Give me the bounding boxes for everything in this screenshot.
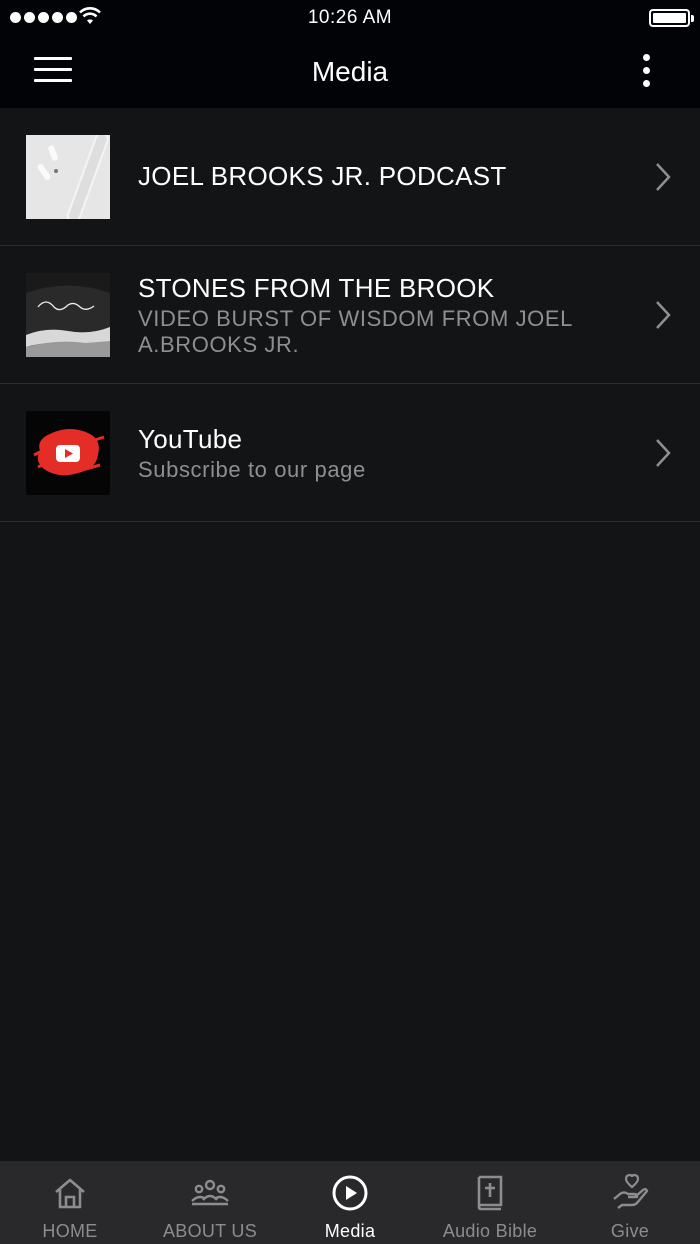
youtube-logo-icon [26, 411, 110, 495]
status-bar: 10:26 AM [0, 0, 700, 36]
list-item-title: STONES FROM THE BROOK [138, 273, 495, 303]
home-icon [55, 1178, 85, 1209]
page-title: Media [311, 56, 389, 87]
stones-thumbnail [26, 273, 110, 357]
list-item-youtube[interactable]: YouTube Subscribe to our page [0, 384, 700, 522]
more-options-icon[interactable] [636, 54, 656, 90]
play-circle-icon [332, 1175, 368, 1211]
people-group-icon [191, 1179, 229, 1206]
podcast-thumbnail [26, 135, 110, 219]
tab-label: HOME [42, 1221, 98, 1241]
tab-about-us[interactable]: ABOUT US [140, 1161, 280, 1244]
battery-icon [649, 9, 694, 27]
list-item-title: JOEL BROOKS JR. PODCAST [138, 161, 507, 191]
chevron-right-icon [656, 163, 671, 191]
bible-icon [477, 1175, 503, 1211]
bottom-tab-bar: HOME ABOUT US Media Audio Bible Give [0, 1161, 700, 1244]
tab-home[interactable]: HOME [0, 1161, 140, 1244]
tab-label: Media [324, 1221, 376, 1241]
list-item-stones-from-the-brook[interactable]: STONES FROM THE BROOK VIDEO BURST OF WIS… [0, 246, 700, 384]
list-item-subtitle: Subscribe to our page [138, 457, 366, 482]
list-item-podcast[interactable]: JOEL BROOKS JR. PODCAST [0, 108, 700, 246]
chevron-right-icon [656, 301, 671, 329]
list-item-subtitle: VIDEO BURST OF WISDOM FROM JOEL A.BROOKS… [138, 306, 573, 357]
status-time: 10:26 AM [307, 7, 393, 28]
tab-label: ABOUT US [162, 1221, 258, 1241]
chevron-right-icon [656, 439, 671, 467]
hand-heart-icon [613, 1173, 649, 1209]
tab-give[interactable]: Give [560, 1161, 700, 1244]
media-list: JOEL BROOKS JR. PODCAST STONES FROM THE … [0, 108, 700, 522]
tab-media[interactable]: Media [280, 1161, 420, 1244]
navigation-bar: Media [0, 36, 700, 108]
tab-label: Give [610, 1221, 650, 1241]
tab-audio-bible[interactable]: Audio Bible [420, 1161, 560, 1244]
tab-label: Audio Bible [442, 1221, 538, 1241]
list-item-title: YouTube [138, 424, 243, 454]
